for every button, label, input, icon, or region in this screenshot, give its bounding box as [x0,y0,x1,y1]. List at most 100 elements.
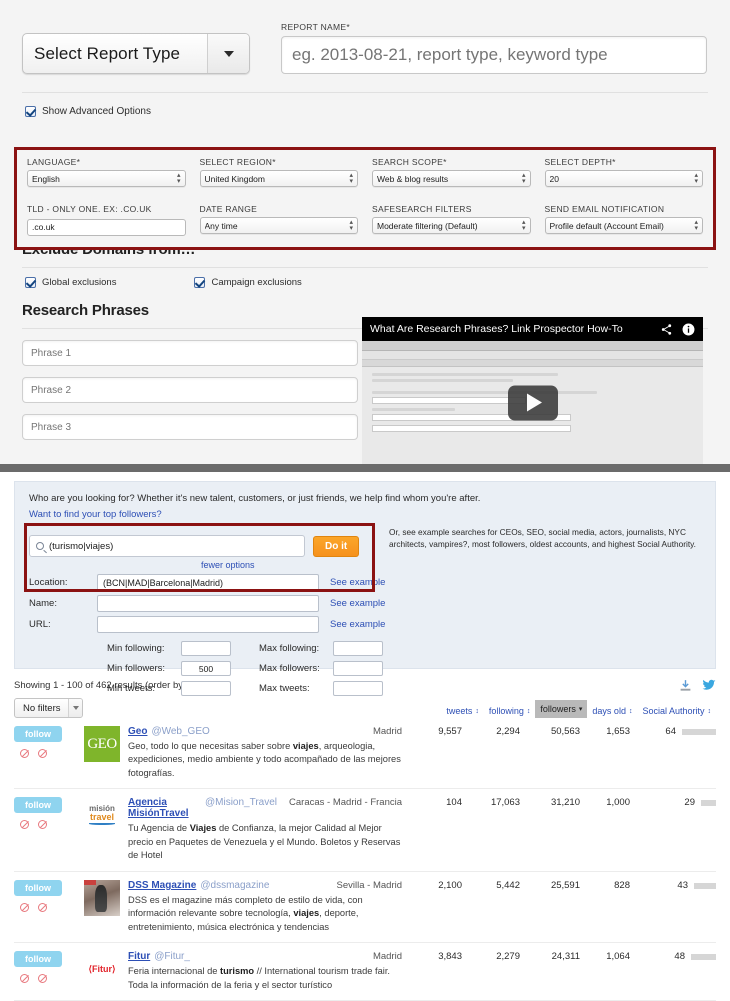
tld-input[interactable] [27,218,186,236]
social-authority-bar [691,954,716,961]
video-thumbnail[interactable] [362,341,703,464]
user-handle[interactable]: @dssmagazine [200,880,269,891]
campaign-exclusions-checkbox[interactable] [194,277,206,288]
search-input[interactable]: (turismo|viajes) [29,535,305,557]
global-exclusions-checkbox[interactable] [25,277,36,288]
email-notification-select[interactable]: Profile default (Account Email) ▴ ▾ [544,217,703,234]
avatar[interactable]: GEO [84,726,120,762]
url-see-example-link[interactable]: See example [330,619,385,630]
block-icon[interactable] [38,749,47,758]
name-row: Name: See example [29,595,701,612]
search-scope-select[interactable]: Web & blog results ▴ ▾ [372,170,531,187]
max-followers-input[interactable] [333,661,383,676]
min-following-input[interactable] [181,641,231,656]
stepper-icon[interactable]: ▴ ▾ [694,172,698,185]
stepper-icon[interactable]: ▴ ▾ [177,172,181,185]
play-icon[interactable] [507,385,558,420]
phrase-1-input[interactable] [22,340,358,366]
name-input[interactable] [97,595,319,612]
user-name-link[interactable]: Fitur [128,951,150,962]
min-followers-input[interactable] [181,661,231,676]
stepper-icon[interactable]: ▴ ▾ [694,219,698,232]
phrase-3-input[interactable] [22,414,358,440]
sort-icon[interactable]: ↕ [708,708,712,715]
block-icon[interactable] [38,820,47,830]
filter-dropdown[interactable]: No filters [14,698,84,718]
cell-tweets: 2,100 [438,879,462,891]
column-header-days-old[interactable]: days old ↕ [587,703,637,718]
stepper-icon[interactable]: ▴ ▾ [522,172,526,185]
avatar[interactable]: ⟨Fitur⟩ [84,951,120,988]
region-select[interactable]: United Kingdom ▴ ▾ [199,170,358,187]
region-value: United Kingdom [204,173,265,184]
social-authority-value: 64 [665,726,676,737]
chevron-down-icon[interactable] [68,699,83,717]
show-advanced-options-checkbox[interactable] [25,106,36,117]
column-header-social-authority[interactable]: Social Authority ↕ [637,703,716,718]
social-authority-value: 43 [677,879,688,891]
report-type-select[interactable]: Select Report Type [22,33,250,74]
top-followers-link[interactable]: Want to find your top followers? [29,509,162,520]
block-icon[interactable] [38,974,47,984]
safesearch-select[interactable]: Moderate filtering (Default) ▴ ▾ [372,217,531,234]
block-icon[interactable] [20,820,29,830]
user-name-link[interactable]: Geo [128,726,147,737]
max-followers-label: Max followers: [259,663,320,674]
cell-followers: 31,210 [550,797,580,809]
date-range-select[interactable]: Any time ▴ ▾ [199,217,358,234]
global-exclusions-option[interactable]: Global exclusions [25,277,116,288]
name-see-example-link[interactable]: See example [330,598,385,609]
follow-button[interactable]: follow [14,879,62,896]
user-handle[interactable]: @Fitur_ [154,951,190,962]
block-icon[interactable] [20,974,29,984]
cell-days-old: 1,064 [606,951,630,963]
social-authority-value: 29 [684,797,695,809]
campaign-exclusions-option[interactable]: Campaign exclusions [194,277,302,288]
min-tweets-label: Min tweets: [107,683,156,694]
do-it-button[interactable]: Do it [313,535,360,557]
chevron-down-icon[interactable] [207,34,249,73]
block-icon[interactable] [20,902,29,912]
avatar[interactable] [84,879,120,916]
user-handle[interactable]: @Web_GEO [151,726,209,737]
user-handle[interactable]: @Mision_Travel [205,797,277,808]
stepper-icon[interactable]: ▴ ▾ [349,219,353,232]
report-header-row: Select Report Type REPORT NAME* [0,0,730,74]
youtube-video-embed[interactable]: What Are Research Phrases? Link Prospect… [362,317,703,464]
block-icon[interactable] [38,902,47,912]
phrase-2-input[interactable] [22,377,358,403]
share-icon[interactable] [660,323,673,336]
avatar[interactable]: misión travel [84,797,120,834]
report-name-input[interactable] [281,36,707,74]
column-header-following[interactable]: following ↕ [484,703,536,718]
column-header-tweets[interactable]: tweets ↕ [441,703,484,718]
stepper-icon[interactable]: ▴ ▾ [522,219,526,232]
user-name-link[interactable]: DSS Magazine [128,880,196,891]
table-row: follow misión travel Agencia MisiónTravel… [14,789,716,872]
stepper-icon[interactable]: ▴ ▾ [349,172,353,185]
sort-desc-icon[interactable]: ▾ [579,706,583,713]
max-tweets-input[interactable] [333,681,383,696]
min-tweets-input[interactable] [181,681,231,696]
location-see-example-link[interactable]: See example [330,577,385,588]
info-icon[interactable] [682,323,695,336]
url-input[interactable] [97,616,319,633]
sort-icon[interactable]: ↕ [527,708,531,715]
twitter-bird-icon[interactable] [702,679,716,692]
search-input-value: (turismo|viajes) [49,540,114,552]
follow-button[interactable]: follow [14,726,62,742]
sort-icon[interactable]: ↕ [475,708,479,715]
select-depth-select[interactable]: 20 ▴ ▾ [544,170,703,187]
follow-button[interactable]: follow [14,797,62,814]
show-advanced-options-row[interactable]: Show Advanced Options [0,93,730,117]
fewer-options-link[interactable]: fewer options [201,560,255,570]
user-name-link[interactable]: Agencia MisiónTravel [128,797,201,819]
followerwonk-lead-text: Who are you looking for? Whether it's ne… [29,493,481,504]
max-following-input[interactable] [333,641,383,656]
sort-icon[interactable]: ↕ [629,708,633,715]
language-select[interactable]: English ▴ ▾ [27,170,186,187]
block-icon[interactable] [20,749,29,758]
column-header-followers[interactable]: followers ▾ [535,700,588,718]
location-input[interactable] [97,574,319,591]
follow-button[interactable]: follow [14,951,62,968]
